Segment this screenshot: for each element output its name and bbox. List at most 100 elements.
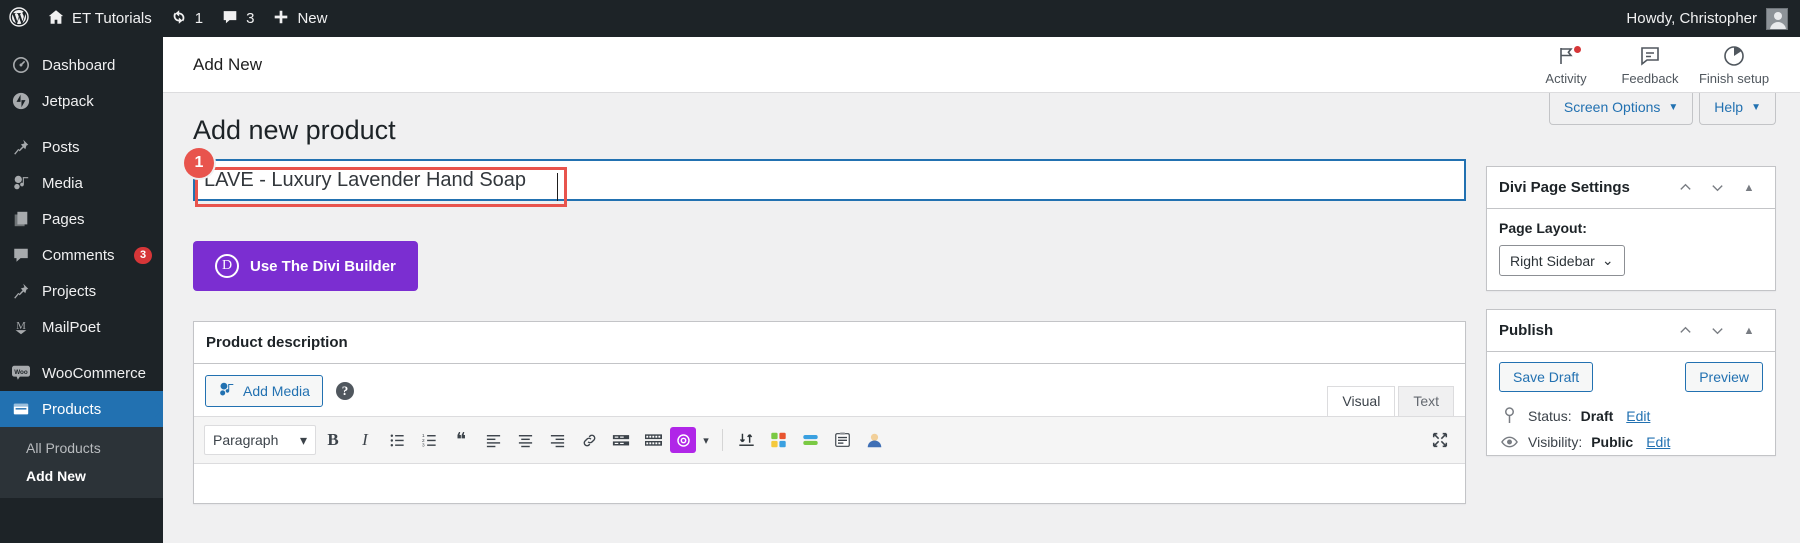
move-down-icon[interactable] [1703, 174, 1731, 202]
woocommerce-icon: Woo [11, 363, 31, 383]
sidebar-item-label: Projects [42, 282, 97, 300]
status-edit-link[interactable]: Edit [1626, 408, 1650, 424]
home-icon [47, 8, 65, 30]
sidebar-item-mailpoet[interactable]: M MailPoet [0, 309, 163, 345]
divi-module-icon[interactable] [670, 427, 696, 454]
comments-count-badge: 3 [134, 246, 152, 264]
rows-icon[interactable] [795, 425, 825, 455]
add-media-button[interactable]: Add Media [205, 375, 323, 408]
updates-icon [170, 8, 188, 30]
new-content-button[interactable]: New [263, 0, 336, 37]
submenu-item-add-new[interactable]: Add New [0, 462, 163, 490]
sort-icon[interactable] [731, 425, 761, 455]
sidebar-item-products[interactable]: Products [0, 391, 163, 427]
align-right-icon[interactable] [542, 425, 572, 455]
product-description-postbox: Product description Add Media ? Visual T… [193, 321, 1466, 505]
toggle-icon[interactable]: ▲ [1735, 317, 1763, 345]
page-title: Add new product [193, 115, 396, 145]
screen-options-label: Screen Options [1563, 99, 1661, 115]
eye-icon [1499, 435, 1519, 449]
sidebar-item-projects[interactable]: Projects [0, 273, 163, 309]
align-left-icon[interactable] [478, 425, 508, 455]
numbered-list-icon[interactable]: 123 [414, 425, 444, 455]
menu-separator-1 [0, 119, 163, 129]
sidebar-item-media[interactable]: Media [0, 165, 163, 201]
postbox-handles: ▲ [1671, 174, 1763, 202]
sidebar-item-posts[interactable]: Posts [0, 129, 163, 165]
finish-setup-label: Finish setup [1698, 70, 1770, 86]
svg-text:3: 3 [421, 442, 424, 448]
move-down-icon[interactable] [1703, 317, 1731, 345]
site-name-button[interactable]: ET Tutorials [38, 0, 161, 37]
italic-icon[interactable]: I [350, 425, 380, 455]
toggle-icon[interactable]: ▲ [1735, 174, 1763, 202]
grid-modules-icon[interactable] [763, 425, 793, 455]
toolbar-toggle-icon[interactable] [638, 425, 668, 455]
add-media-label: Add Media [243, 383, 310, 400]
feedback-button[interactable]: Feedback [1608, 37, 1692, 92]
insert-link-icon[interactable] [574, 425, 604, 455]
admin-sidebar: Dashboard Jetpack Posts Media Pages Comm… [0, 37, 163, 543]
avatar [1766, 7, 1788, 30]
svg-text:M: M [16, 320, 26, 332]
screen-options-button[interactable]: Screen Options ▼ [1548, 93, 1694, 125]
bold-icon[interactable]: B [318, 425, 348, 455]
comments-button[interactable]: 3 [212, 0, 263, 37]
chevron-down-icon: ⌄ [1601, 252, 1614, 269]
finish-setup-button[interactable]: Finish setup [1692, 37, 1776, 92]
jetpack-icon [11, 91, 31, 111]
submenu-item-all-products[interactable]: All Products [0, 434, 163, 462]
tab-text[interactable]: Text [1398, 386, 1454, 417]
pin-icon [11, 137, 31, 157]
preview-button[interactable]: Preview [1685, 362, 1763, 393]
contact-icon[interactable] [859, 425, 889, 455]
help-icon[interactable]: ? [335, 382, 354, 401]
setup-progress-icon [1722, 44, 1746, 68]
editor-mode-tabs: Visual Text [1327, 386, 1454, 417]
my-account-button[interactable]: Howdy, Christopher [1617, 0, 1800, 37]
divi-logo-icon: D [215, 254, 239, 279]
publish-actions-row: Save Draft Preview [1487, 352, 1775, 402]
post-body-content: 1 D Use The Divi Builder Product descrip… [184, 148, 1466, 505]
visibility-label: Visibility: [1528, 434, 1583, 451]
page-layout-select[interactable]: Right Sidebar ⌄ [1499, 245, 1625, 277]
post-editor-layout: 1 D Use The Divi Builder Product descrip… [184, 148, 1776, 505]
title-field-wrapper: 1 [184, 148, 1466, 208]
align-center-icon[interactable] [510, 425, 540, 455]
visibility-edit-link[interactable]: Edit [1646, 434, 1670, 450]
sidebar-item-label: Comments [42, 246, 115, 264]
sidebar-item-comments[interactable]: Comments 3 [0, 237, 163, 273]
tab-visual[interactable]: Visual [1327, 386, 1396, 417]
save-draft-button[interactable]: Save Draft [1499, 362, 1594, 393]
product-title-input[interactable] [193, 159, 1466, 202]
wordpress-logo-button[interactable] [0, 0, 38, 37]
sidebar-item-pages[interactable]: Pages [0, 201, 163, 237]
divi-page-settings-postbox: Divi Page Settings ▲ Page Layout: Right … [1486, 166, 1776, 292]
screen-meta-links: Screen Options ▼ Help ▼ [1548, 93, 1776, 125]
site-name-label: ET Tutorials [72, 10, 152, 27]
plus-icon [272, 8, 290, 30]
admin-bar: ET Tutorials 1 3 New Howdy, Christopher [0, 0, 1800, 37]
sidebar-item-label: MailPoet [42, 318, 101, 336]
fullscreen-icon[interactable] [1425, 425, 1455, 455]
editor-content-area[interactable] [194, 463, 1465, 504]
sidebar-item-woocommerce[interactable]: Woo WooCommerce [0, 355, 163, 391]
read-more-icon[interactable] [606, 425, 636, 455]
sidebar-item-dashboard[interactable]: Dashboard [0, 47, 163, 83]
visibility-value: Public [1591, 434, 1634, 451]
divi-module-dropdown-icon[interactable]: ▾ [698, 425, 714, 455]
form-icon[interactable] [827, 425, 857, 455]
move-up-icon[interactable] [1671, 174, 1699, 202]
updates-button[interactable]: 1 [161, 0, 212, 37]
activity-button[interactable]: Activity [1524, 37, 1608, 92]
bulleted-list-icon[interactable] [382, 425, 412, 455]
pages-icon [11, 209, 31, 229]
sidebar-item-jetpack[interactable]: Jetpack [0, 83, 163, 119]
help-button[interactable]: Help ▼ [1699, 93, 1776, 125]
blockquote-icon[interactable]: ❝ [446, 425, 476, 455]
paragraph-format-select[interactable]: Paragraph ▾ [204, 425, 316, 456]
move-up-icon[interactable] [1671, 317, 1699, 345]
dashboard-icon [11, 55, 31, 75]
main-content: Add New Activity Feedback Finish setup S… [163, 37, 1800, 543]
use-divi-builder-button[interactable]: D Use The Divi Builder [193, 241, 418, 292]
